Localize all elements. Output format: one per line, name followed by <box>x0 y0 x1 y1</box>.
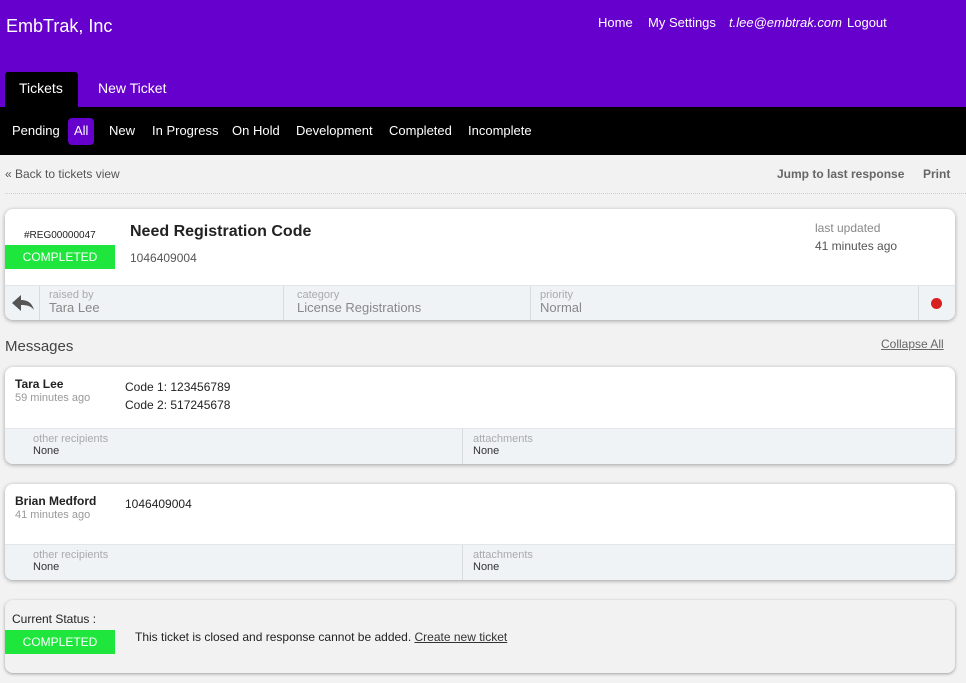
message-body: Code 1: 123456789 Code 2: 517245678 <box>125 378 230 414</box>
divider <box>5 193 966 194</box>
message-time: 41 minutes ago <box>15 509 91 521</box>
message-body: 1046409004 <box>125 495 192 513</box>
recipients-label: other recipients <box>33 433 109 445</box>
print-link[interactable]: Print <box>923 167 950 181</box>
reply-arrow-icon <box>12 295 34 311</box>
top-header: EmbTrak, Inc Home My Settings t.lee@embt… <box>0 0 966 107</box>
category-cell: category License Registrations <box>284 286 531 320</box>
filter-in-progress[interactable]: In Progress <box>152 118 218 145</box>
last-updated-value: 41 minutes ago <box>815 239 898 253</box>
message-card: Tara Lee 59 minutes ago Code 1: 12345678… <box>5 367 955 464</box>
tab-new-ticket[interactable]: New Ticket <box>84 72 180 107</box>
message-line: Code 2: 517245678 <box>125 398 231 412</box>
ticket-meta-bar: raised by Tara Lee category License Regi… <box>5 285 955 320</box>
message-footer: other recipients None attachments None <box>5 544 955 580</box>
current-status-label: Current Status : <box>12 612 97 626</box>
closed-notice: This ticket is closed and response canno… <box>135 630 507 644</box>
attachments-value: None <box>473 561 500 573</box>
filter-completed[interactable]: Completed <box>389 118 452 145</box>
last-updated-label: last updated <box>815 221 881 235</box>
attachments-cell: attachments None <box>463 545 955 580</box>
message-time: 59 minutes ago <box>15 392 91 404</box>
collapse-all-link[interactable]: Collapse All <box>881 337 944 351</box>
attachments-label: attachments <box>473 549 533 561</box>
filter-bar: Pending All New In Progress On Hold Deve… <box>0 107 966 155</box>
user-email[interactable]: t.lee@embtrak.com <box>729 15 842 30</box>
ticket-title: Need Registration Code <box>130 223 312 240</box>
current-status-panel: Current Status : COMPLETED This ticket i… <box>5 600 955 673</box>
filter-all[interactable]: All <box>68 118 95 145</box>
message-footer: other recipients None attachments None <box>5 428 955 464</box>
closed-notice-text: This ticket is closed and response canno… <box>135 630 415 644</box>
filter-development[interactable]: Development <box>296 118 373 145</box>
recipients-cell: other recipients None <box>5 545 463 580</box>
back-to-tickets-link[interactable]: « Back to tickets view <box>5 167 120 181</box>
priority-value: Normal <box>540 300 582 315</box>
ticket-subtitle: 1046409004 <box>130 251 197 265</box>
brand-name: EmbTrak, Inc <box>6 16 113 36</box>
raised-by-value: Tara Lee <box>49 300 100 315</box>
recipients-value: None <box>33 561 60 573</box>
filter-new[interactable]: New <box>109 118 135 145</box>
recipients-cell: other recipients None <box>5 429 463 464</box>
reply-back-button[interactable] <box>5 286 40 320</box>
message-line: 1046409004 <box>125 497 192 511</box>
message-card: Brian Medford 41 minutes ago 1046409004 … <box>5 484 955 580</box>
messages-heading: Messages <box>5 338 74 355</box>
category-value: License Registrations <box>297 300 422 315</box>
create-new-ticket-link[interactable]: Create new ticket <box>415 630 508 644</box>
home-link[interactable]: Home <box>598 15 633 30</box>
status-badge: COMPLETED <box>5 630 115 654</box>
recipients-label: other recipients <box>33 549 109 561</box>
tab-tickets[interactable]: Tickets <box>5 72 78 107</box>
raised-by-cell: raised by Tara Lee <box>40 286 284 320</box>
filter-on-hold[interactable]: On Hold <box>232 118 280 145</box>
my-settings-link[interactable]: My Settings <box>648 15 716 30</box>
status-badge: COMPLETED <box>5 245 115 269</box>
ticket-id: #REG00000047 <box>24 230 96 241</box>
attachments-cell: attachments None <box>463 429 955 464</box>
message-author: Brian Medford <box>15 494 97 508</box>
jump-to-last-response-link[interactable]: Jump to last response <box>777 167 904 181</box>
logout-link[interactable]: Logout <box>847 15 887 30</box>
priority-indicator-icon <box>931 298 942 309</box>
filter-incomplete[interactable]: Incomplete <box>468 118 532 145</box>
message-line: Code 1: 123456789 <box>125 380 231 394</box>
message-author: Tara Lee <box>15 377 64 391</box>
attachments-value: None <box>473 445 500 457</box>
priority-cell: priority Normal <box>531 286 919 320</box>
attachments-label: attachments <box>473 433 533 445</box>
ticket-card: #REG00000047 COMPLETED Need Registration… <box>5 209 955 320</box>
filter-pending[interactable]: Pending <box>12 118 60 145</box>
recipients-value: None <box>33 445 60 457</box>
